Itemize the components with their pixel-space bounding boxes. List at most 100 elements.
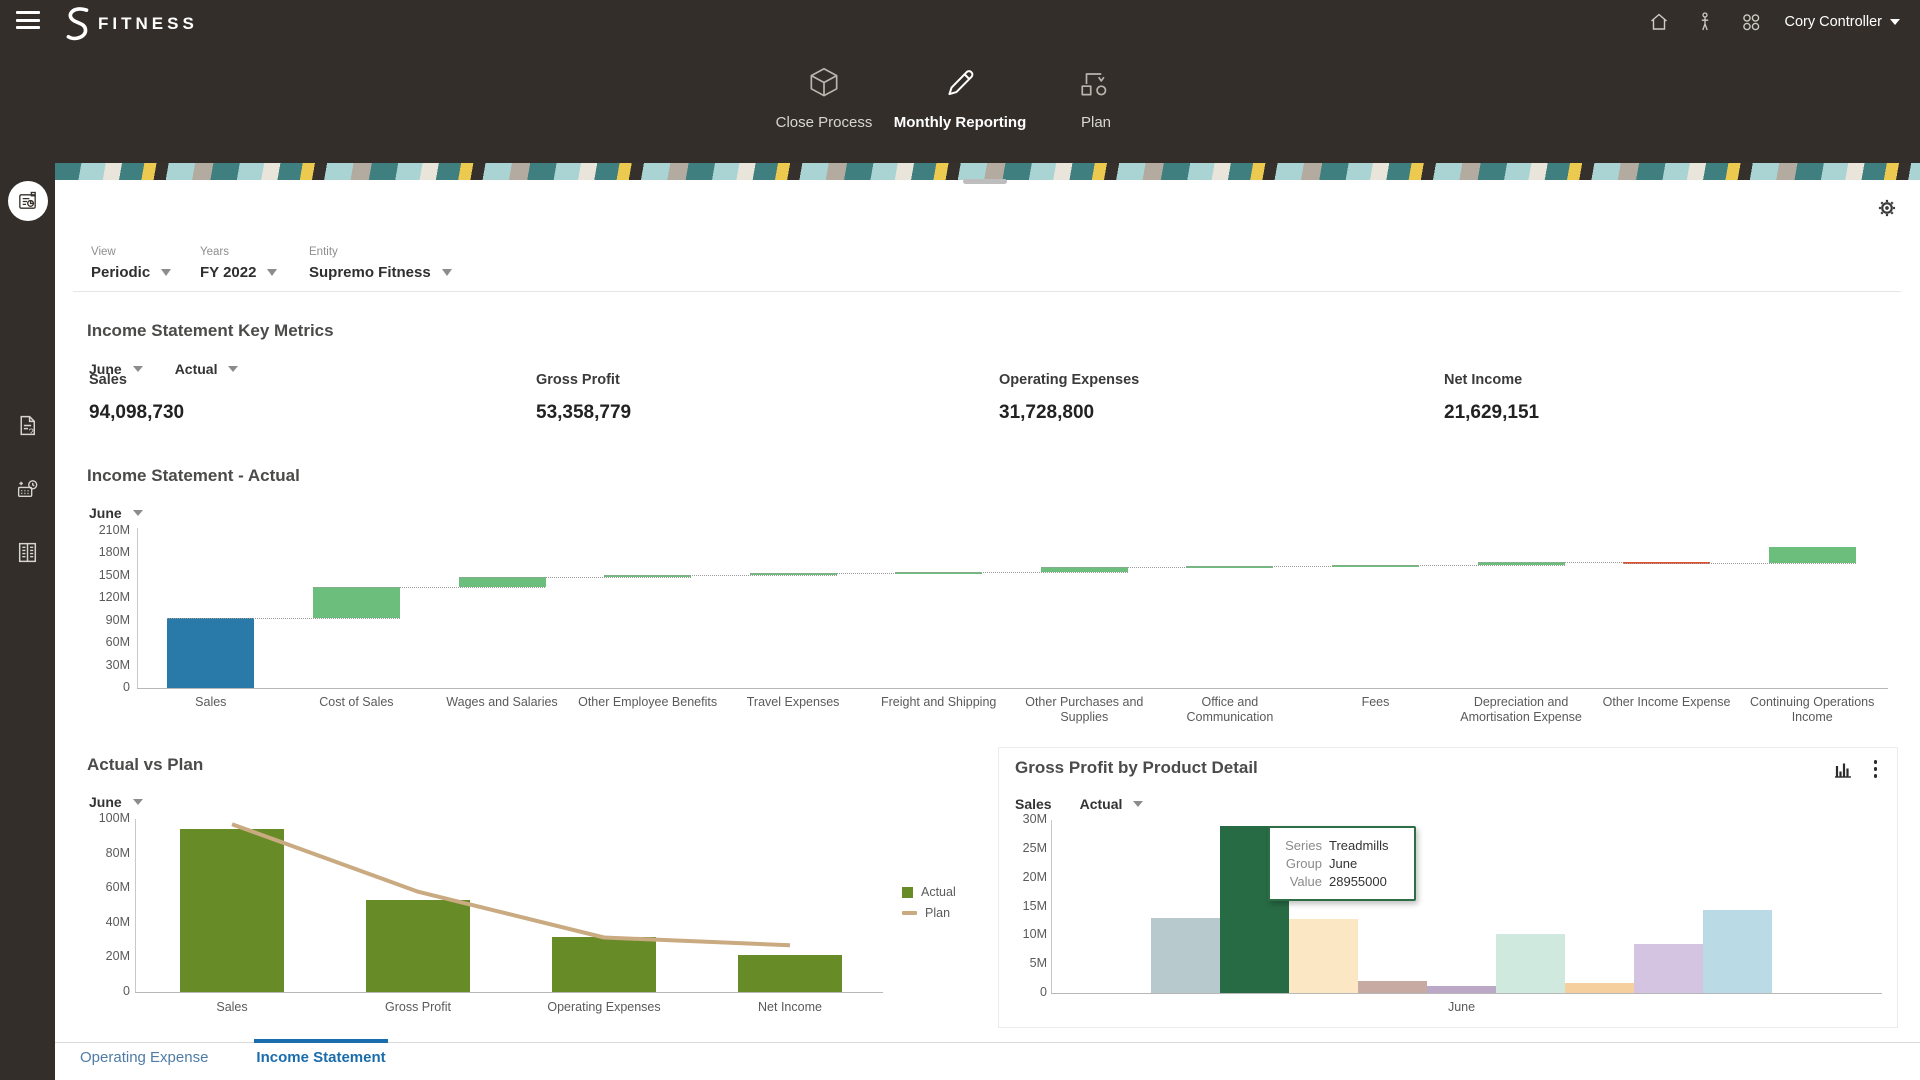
waterfall-connector [895, 572, 1128, 573]
product-measure-label: Sales [1015, 796, 1052, 812]
nav-label: Plan [1006, 114, 1186, 131]
axis-category-label: Office and Communication [1157, 695, 1303, 725]
axis-tick-label: 20M [1003, 870, 1047, 884]
metric-value: 31,728,800 [999, 402, 1094, 424]
axis-tick-label: 60M [65, 635, 130, 649]
axis-category-label: Other Employee Benefits [575, 695, 721, 710]
axis-tick-label: 20M [65, 949, 130, 963]
years-filter[interactable]: Years FY 2022 [200, 246, 277, 281]
avp-legend: Actual Plan [902, 885, 956, 927]
dashboard-page: FITNESS Cory Controller [0, 0, 1920, 1080]
product-chart-title: Gross Profit by Product Detail [1015, 758, 1258, 778]
axis-category-label: Fees [1303, 695, 1449, 710]
product-scenario-dropdown[interactable]: Actual [1080, 796, 1144, 812]
product-group-label: June [1151, 1000, 1772, 1014]
chevron-down-icon [1890, 19, 1900, 25]
filter-label: Years [200, 246, 277, 258]
waterfall-connector [167, 618, 400, 619]
gross-profit-card: Gross Profit by Product Detail Sales Act… [998, 747, 1898, 1028]
plan-legend-swatch [902, 911, 917, 915]
brand-name: FITNESS [98, 14, 198, 34]
decorative-pattern-strip [55, 163, 1920, 180]
brand-logo: FITNESS [62, 4, 198, 44]
axis-tick-label: 10M [1003, 927, 1047, 941]
sidebar-item-dashboard[interactable] [0, 177, 55, 225]
panel-drag-handle[interactable] [963, 179, 1007, 184]
axis-tick-label: 80M [65, 846, 130, 860]
left-sidebar: ? [0, 163, 55, 1080]
chevron-down-icon [1133, 801, 1143, 807]
actual-legend-swatch [902, 887, 913, 898]
entity-filter[interactable]: Entity Supremo Fitness [309, 246, 452, 281]
product-bar[interactable] [1496, 934, 1565, 993]
legend-label: Actual [921, 885, 956, 899]
filter-value: Supremo Fitness [309, 264, 431, 281]
axis-category-label: Sales [138, 695, 284, 710]
product-bar[interactable] [1565, 983, 1634, 993]
product-y-axis: 05M10M15M20M25M30M [1003, 820, 1047, 993]
user-menu[interactable]: Cory Controller [1785, 14, 1901, 30]
product-bar[interactable] [1427, 986, 1496, 993]
chevron-down-icon [133, 366, 143, 372]
product-bar[interactable] [1358, 981, 1427, 993]
waterfall-period-dropdown[interactable]: June [89, 505, 143, 521]
settings-gear-icon[interactable] [1876, 197, 1898, 224]
sidebar-item-ledger[interactable] [0, 528, 55, 576]
waterfall-plot [138, 531, 1885, 688]
axis-tick-label: 5M [1003, 956, 1047, 970]
axis-tick-label: 0 [65, 680, 130, 694]
axis-tick-label: 150M [65, 568, 130, 582]
axis-category-label: Gross Profit [325, 1000, 511, 1015]
sidebar-item-schedule[interactable] [0, 465, 55, 513]
waterfall-bar[interactable] [167, 618, 254, 688]
metric-label: Gross Profit [536, 372, 620, 388]
tab-income-statement[interactable]: Income Statement [254, 1039, 387, 1074]
filter-label: Entity [309, 246, 452, 258]
metric-value: 53,358,779 [536, 402, 631, 424]
tooltip-series-label: Series [1278, 838, 1322, 853]
nav-plan[interactable]: Plan [1006, 64, 1186, 131]
view-filter[interactable]: View Periodic [91, 246, 171, 281]
axis-category-label: Freight and Shipping [866, 695, 1012, 710]
axis-category-label: Cost of Sales [284, 695, 430, 710]
filter-label: View [91, 246, 171, 258]
kebab-menu-icon[interactable] [1872, 758, 1880, 780]
waterfall-bar[interactable] [313, 587, 400, 618]
tab-operating-expense[interactable]: Operating Expense [78, 1039, 210, 1074]
product-plot [1052, 820, 1882, 993]
sidebar-item-report-review[interactable]: ? [0, 401, 55, 449]
avp-plot [139, 819, 883, 992]
waterfall-connector [604, 575, 837, 576]
fitness-logo-icon [62, 4, 94, 44]
product-bar[interactable] [1634, 944, 1703, 993]
home-icon[interactable] [1647, 10, 1671, 34]
bottom-tabs: Operating Expense Income Statement [78, 1039, 388, 1074]
product-bar[interactable] [1289, 919, 1358, 993]
axis-tick-label: 30M [1003, 812, 1047, 826]
key-metrics-title: Income Statement Key Metrics [87, 321, 334, 341]
axis-category-label: Sales [139, 1000, 325, 1015]
chevron-down-icon [133, 510, 143, 516]
axis-tick-label: 90M [65, 613, 130, 627]
product-bar[interactable] [1703, 910, 1772, 993]
tooltip-group-label: Group [1278, 856, 1322, 871]
workflow-icon [1006, 64, 1186, 106]
waterfall-x-axis: SalesCost of SalesWages and SalariesOthe… [138, 695, 1885, 729]
scenario-dropdown[interactable]: Actual [175, 361, 239, 377]
waterfall-bar[interactable] [459, 577, 546, 587]
apps-grid-icon[interactable] [1739, 10, 1763, 34]
product-baseline [1051, 993, 1882, 994]
bar-chart-icon[interactable] [1832, 758, 1854, 780]
menu-icon[interactable] [16, 11, 40, 31]
ledger-grid-icon [15, 540, 40, 565]
avp-axis-line [135, 819, 136, 992]
chart-tooltip: SeriesTreadmills GroupJune Value28955000 [1268, 826, 1416, 901]
chevron-down-icon [228, 366, 238, 372]
avp-period-dropdown[interactable]: June [89, 794, 143, 810]
dashboard-report-icon [8, 181, 48, 221]
product-bar[interactable] [1151, 918, 1220, 993]
waterfall-bar[interactable] [1769, 547, 1856, 562]
accessibility-person-icon[interactable] [1693, 10, 1717, 34]
avp-baseline [135, 992, 883, 993]
tooltip-value-value: 28955000 [1329, 874, 1387, 889]
